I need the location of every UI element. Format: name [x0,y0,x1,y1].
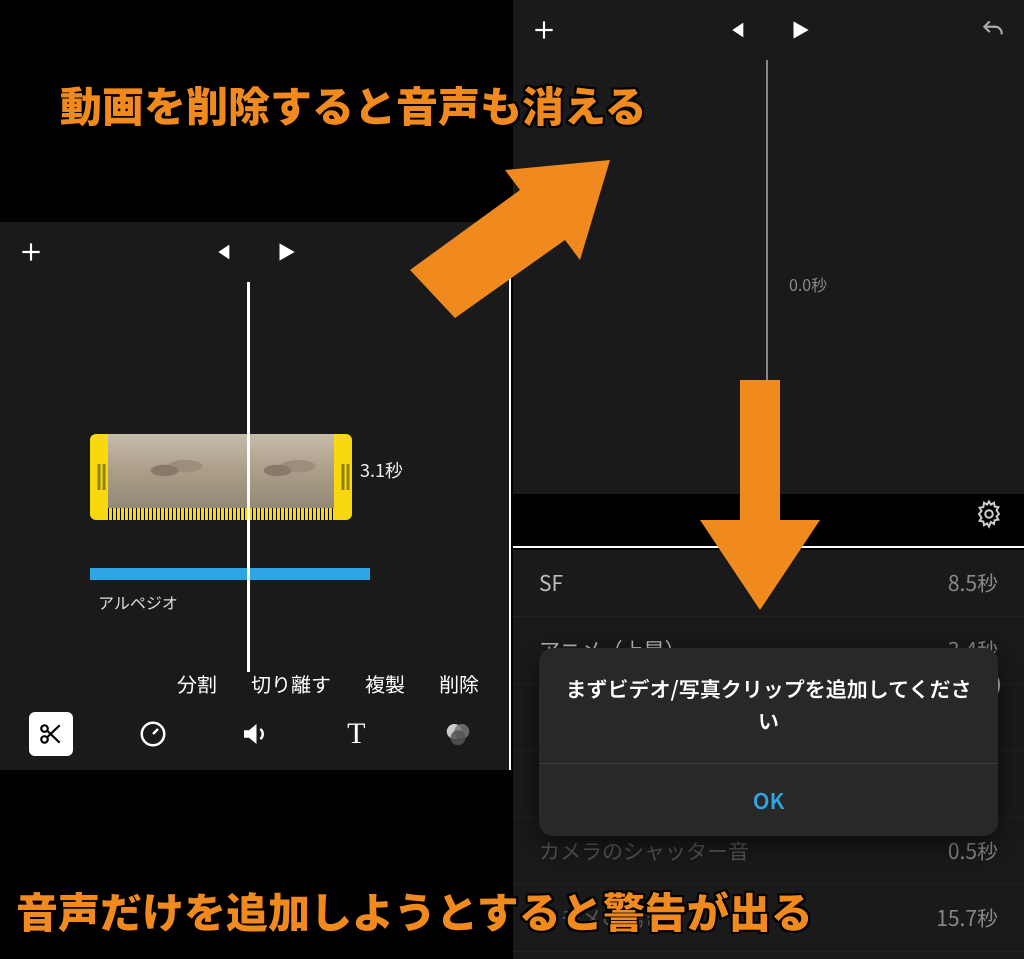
toolbar [513,0,1024,60]
play-icon[interactable] [273,239,299,265]
speed-icon[interactable] [131,712,175,756]
audio-clip[interactable] [90,568,370,580]
alert-message: まずビデオ/写真クリップを追加してください [539,648,998,763]
empty-duration-label: 0.0秒 [789,272,827,296]
volume-icon[interactable] [232,712,276,756]
sound-duration: 8.5秒 [948,568,998,598]
arrow-right-up [410,160,610,330]
skip-back-icon[interactable] [211,241,233,263]
caption-bottom: 音声だけを追加しようとすると警告が出る [16,880,813,941]
video-clip[interactable] [90,434,352,520]
action-detach[interactable]: 切り離す [251,669,331,698]
clip-thumbnail [108,434,334,520]
clip-trim-right[interactable] [334,434,352,520]
alert-dialog: まずビデオ/写真クリップを追加してください OK [539,648,998,836]
clip-trim-left[interactable] [90,434,108,520]
playhead[interactable] [247,282,250,672]
sound-name: カメラのシャッター音 [539,836,749,866]
clip-action-row: 分割 切り離す 複製 削除 [147,669,509,698]
arrow-down [700,380,820,610]
clip-duration-label: 3.1秒 [360,457,403,483]
play-icon[interactable] [787,17,813,43]
alert-ok-button[interactable]: OK [539,763,998,836]
sound-duration: 0.5秒 [948,836,998,866]
gear-icon[interactable] [974,499,1004,534]
caption-top: 動画を削除すると音声も消える [60,74,647,135]
bottom-toolbar: T [0,698,509,770]
sound-duration: 15.7秒 [936,903,998,933]
filter-icon[interactable] [436,712,480,756]
add-icon[interactable] [18,239,44,265]
skip-back-icon[interactable] [725,19,747,41]
add-icon[interactable] [531,17,557,43]
text-icon[interactable]: T [334,712,378,756]
sound-name: SF [539,568,563,598]
action-split[interactable]: 分割 [177,669,217,698]
scissors-icon[interactable] [29,712,73,756]
action-delete[interactable]: 削除 [439,669,479,698]
audio-label: アルペジオ [98,590,178,614]
action-duplicate[interactable]: 複製 [365,669,405,698]
timeline[interactable]: 3.1秒 アルペジオ [0,282,509,672]
undo-icon[interactable] [980,17,1006,43]
